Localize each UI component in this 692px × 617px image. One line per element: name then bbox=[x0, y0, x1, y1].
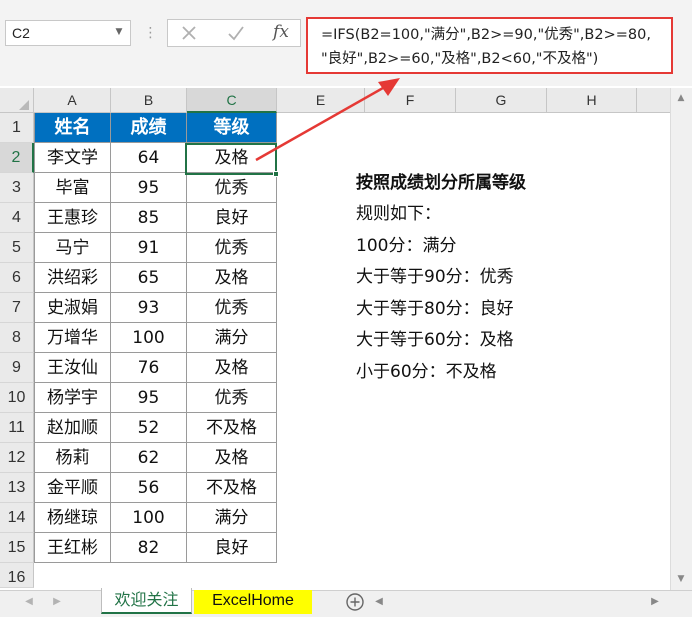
insert-function-icon[interactable]: fx bbox=[268, 20, 294, 44]
row-header-8[interactable]: 8 bbox=[0, 323, 34, 353]
cell-grade[interactable]: 良好 bbox=[187, 203, 277, 233]
row-header-15[interactable]: 15 bbox=[0, 533, 34, 563]
row-header-5[interactable]: 5 bbox=[0, 233, 34, 263]
scroll-right-icon[interactable]: ▶ bbox=[648, 594, 662, 610]
cell-grade[interactable]: 及格 bbox=[187, 263, 277, 293]
formula-input[interactable]: =IFS(B2=100,"满分",B2>=90,"优秀",B2>=80, "良好… bbox=[306, 17, 673, 74]
cell-score[interactable]: 85 bbox=[111, 203, 187, 233]
next-sheet-icon[interactable]: ▶ bbox=[50, 594, 64, 610]
cell-grade[interactable]: 不及格 bbox=[187, 413, 277, 443]
column-header-g[interactable]: G bbox=[456, 88, 547, 113]
cell-score[interactable]: 91 bbox=[111, 233, 187, 263]
cell-name[interactable]: 史淑娟 bbox=[34, 293, 111, 323]
notes-line: 大于等于90分：优秀 bbox=[356, 267, 514, 287]
sheet-tab-welcome[interactable]: 欢迎关注 bbox=[101, 588, 192, 614]
row-header-2[interactable]: 2 bbox=[0, 143, 34, 173]
row-header-4[interactable]: 4 bbox=[0, 203, 34, 233]
cell-score[interactable]: 82 bbox=[111, 533, 187, 563]
cell-score[interactable]: 56 bbox=[111, 473, 187, 503]
notes-title: 按照成绩划分所属等级 bbox=[356, 173, 526, 193]
formula-bar-grip-icon[interactable]: ⋮ bbox=[140, 22, 160, 44]
column-header-h[interactable]: H bbox=[547, 88, 637, 113]
cell-name[interactable]: 万增华 bbox=[34, 323, 111, 353]
header-cell-score[interactable]: 成绩 bbox=[111, 113, 187, 143]
select-all-triangle-icon bbox=[19, 100, 29, 110]
cell-score[interactable]: 100 bbox=[111, 323, 187, 353]
cell-score[interactable]: 52 bbox=[111, 413, 187, 443]
formula-line-2: "良好",B2>=60,"及格",B2<60,"不及格") bbox=[321, 51, 599, 67]
cell-score[interactable]: 95 bbox=[111, 173, 187, 203]
cell-name[interactable]: 马宁 bbox=[34, 233, 111, 263]
formula-line-1: =IFS(B2=100,"满分",B2>=90,"优秀",B2>=80, bbox=[321, 27, 651, 43]
row-header-6[interactable]: 6 bbox=[0, 263, 34, 293]
cell-grade[interactable]: 及格 bbox=[187, 443, 277, 473]
prev-sheet-icon[interactable]: ◀ bbox=[22, 594, 36, 610]
row-header-7[interactable]: 7 bbox=[0, 293, 34, 323]
cell-name[interactable]: 金平顺 bbox=[34, 473, 111, 503]
enter-check-icon[interactable] bbox=[225, 22, 247, 44]
cell-grade[interactable]: 及格 bbox=[187, 353, 277, 383]
cell-score[interactable]: 62 bbox=[111, 443, 187, 473]
cancel-icon[interactable] bbox=[178, 22, 200, 44]
cell-score[interactable]: 76 bbox=[111, 353, 187, 383]
scroll-up-icon[interactable]: ▲ bbox=[674, 91, 688, 105]
cell-grade[interactable]: 优秀 bbox=[187, 173, 277, 203]
cell-grade[interactable]: 满分 bbox=[187, 323, 277, 353]
column-header-b[interactable]: B bbox=[111, 88, 187, 113]
notes-line: 大于等于80分：良好 bbox=[356, 298, 514, 319]
notes-line: 规则如下： bbox=[356, 204, 441, 224]
fill-handle[interactable] bbox=[273, 171, 279, 177]
sheet-tab-excelhome[interactable]: ExcelHome bbox=[194, 590, 312, 614]
cell-score[interactable]: 93 bbox=[111, 293, 187, 323]
cell-grade[interactable]: 良好 bbox=[187, 533, 277, 563]
cell-name[interactable]: 毕富 bbox=[34, 173, 111, 203]
cell-grade[interactable]: 优秀 bbox=[187, 233, 277, 263]
column-header-a[interactable]: A bbox=[34, 88, 111, 113]
notes-line: 大于等于60分：及格 bbox=[356, 330, 514, 350]
row-header-14[interactable]: 14 bbox=[0, 503, 34, 533]
cell-grade[interactable]: 优秀 bbox=[187, 383, 277, 413]
cell-name[interactable]: 赵加顺 bbox=[34, 413, 111, 443]
cell-grade[interactable]: 不及格 bbox=[187, 473, 277, 503]
cell-name[interactable]: 王红彬 bbox=[34, 533, 111, 563]
row-header-16[interactable]: 16 bbox=[0, 563, 34, 588]
cell-grade[interactable]: 满分 bbox=[187, 503, 277, 533]
notes-line: 100分：满分 bbox=[356, 235, 457, 256]
cell-score[interactable]: 64 bbox=[111, 143, 187, 173]
row-header-3[interactable]: 3 bbox=[0, 173, 34, 203]
notes-line: 小于60分：不及格 bbox=[356, 361, 497, 382]
header-cell-name[interactable]: 姓名 bbox=[34, 113, 111, 143]
cell-name[interactable]: 洪绍彩 bbox=[34, 263, 111, 293]
column-header-partial bbox=[637, 88, 670, 113]
add-sheet-icon[interactable] bbox=[345, 592, 365, 612]
cell-name[interactable]: 王汝仙 bbox=[34, 353, 111, 383]
scroll-down-icon[interactable]: ▼ bbox=[674, 572, 688, 586]
cell-score[interactable]: 100 bbox=[111, 503, 187, 533]
row-header-12[interactable]: 12 bbox=[0, 443, 34, 473]
row-header-10[interactable]: 10 bbox=[0, 383, 34, 413]
scroll-left-icon[interactable]: ◀ bbox=[372, 594, 386, 610]
row-header-11[interactable]: 11 bbox=[0, 413, 34, 443]
row-header-13[interactable]: 13 bbox=[0, 473, 34, 503]
row-header-1[interactable]: 1 bbox=[0, 113, 34, 143]
cell-name[interactable]: 王惠珍 bbox=[34, 203, 111, 233]
cell-name[interactable]: 李文学 bbox=[34, 143, 111, 173]
cell-name[interactable]: 杨继琼 bbox=[34, 503, 111, 533]
cell-score[interactable]: 95 bbox=[111, 383, 187, 413]
cell-score[interactable]: 65 bbox=[111, 263, 187, 293]
cell-grade[interactable]: 优秀 bbox=[187, 293, 277, 323]
name-box-dropdown-icon[interactable]: ▼ bbox=[113, 26, 125, 38]
callout-arrow bbox=[255, 78, 400, 162]
cell-name[interactable]: 杨莉 bbox=[34, 443, 111, 473]
row-header-9[interactable]: 9 bbox=[0, 353, 34, 383]
cell-name[interactable]: 杨学宇 bbox=[34, 383, 111, 413]
vertical-scrollbar[interactable] bbox=[670, 88, 692, 590]
